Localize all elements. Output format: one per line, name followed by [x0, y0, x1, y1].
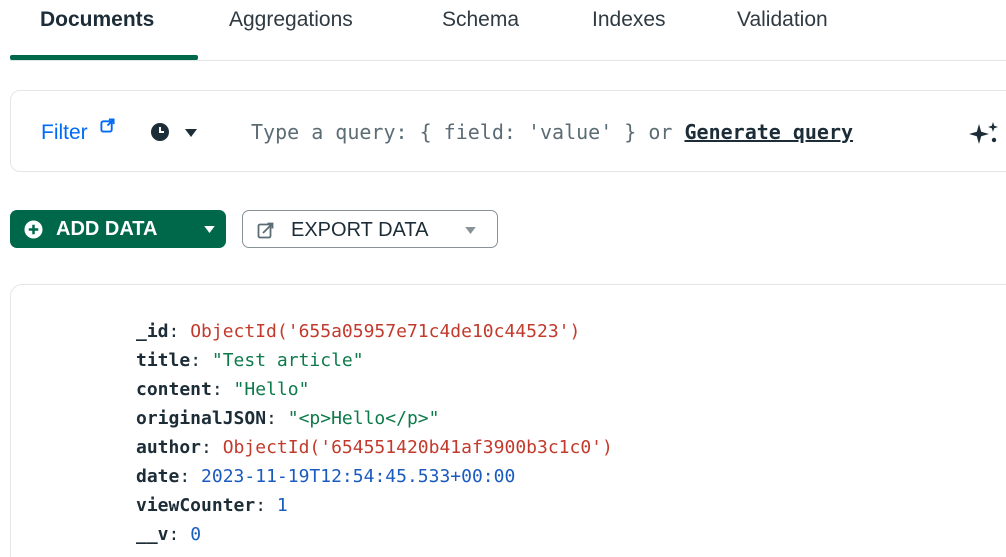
field-value: "<p>Hello</p>"	[287, 408, 440, 429]
field-row[interactable]: author: ObjectId('654551420b41af3900b3c1…	[136, 437, 613, 458]
field-value: 1	[276, 495, 288, 516]
tab-validation[interactable]: Validation	[737, 8, 828, 38]
filter-link[interactable]: Filter	[41, 121, 88, 145]
field-value: "Test article"	[211, 350, 364, 371]
field-row[interactable]: date: 2023-11-19T12:54:45.533+00:00	[136, 466, 515, 487]
document-card: _id: ObjectId('655a05957e71c4de10c44523'…	[10, 284, 1006, 557]
collection-tabs: Documents Aggregations Schema Indexes Va…	[0, 0, 1006, 62]
query-input[interactable]: Type a query: { field: 'value' } or Gene…	[251, 120, 1006, 148]
field-key: _id	[136, 321, 169, 342]
caret-down-icon[interactable]	[185, 129, 197, 137]
field-key: originalJSON	[136, 408, 267, 429]
query-placeholder: Type a query: { field: 'value' } or	[251, 120, 685, 144]
clock-icon[interactable]	[150, 122, 170, 142]
field-key: viewCounter	[136, 495, 256, 516]
field-value: ObjectId('654551420b41af3900b3c1c0')	[222, 437, 613, 458]
external-link-icon[interactable]	[100, 118, 115, 133]
tab-aggregations[interactable]: Aggregations	[229, 8, 353, 38]
field-key: author	[136, 437, 202, 458]
export-data-button[interactable]: EXPORT DATA	[242, 210, 498, 248]
export-data-label: EXPORT DATA	[291, 219, 429, 241]
generate-query-link[interactable]: Generate query	[684, 120, 853, 144]
plus-circle-icon	[24, 220, 43, 239]
field-row[interactable]: originalJSON: "<p>Hello</p>"	[136, 408, 439, 429]
field-key: title	[136, 350, 191, 371]
field-value: 2023-11-19T12:54:45.533+00:00	[201, 466, 516, 487]
field-row[interactable]: __v: 0	[136, 524, 201, 545]
field-key: content	[136, 379, 212, 400]
field-key: date	[136, 466, 180, 487]
field-row[interactable]: content: "Hello"	[136, 379, 309, 400]
query-bar: Filter Type a query: { field: 'value' } …	[10, 90, 1006, 172]
export-icon	[257, 222, 274, 239]
chevron-down-icon	[204, 226, 215, 233]
field-key: __v	[136, 524, 169, 545]
add-data-label: ADD DATA	[56, 218, 158, 240]
chevron-down-icon	[465, 227, 476, 234]
tab-documents[interactable]: Documents	[40, 8, 154, 38]
field-row[interactable]: _id: ObjectId('655a05957e71c4de10c44523'…	[136, 321, 580, 342]
field-row[interactable]: title: "Test article"	[136, 350, 364, 371]
tab-schema[interactable]: Schema	[442, 8, 519, 38]
field-value: "Hello"	[233, 379, 310, 400]
tabs-divider	[10, 60, 1006, 61]
field-row[interactable]: viewCounter: 1	[136, 495, 288, 516]
tab-indexes[interactable]: Indexes	[592, 8, 666, 38]
field-value: 0	[190, 524, 202, 545]
add-data-button[interactable]: ADD DATA	[10, 210, 226, 248]
sparkle-icon[interactable]	[969, 121, 1001, 147]
field-value: ObjectId('655a05957e71c4de10c44523')	[190, 321, 581, 342]
